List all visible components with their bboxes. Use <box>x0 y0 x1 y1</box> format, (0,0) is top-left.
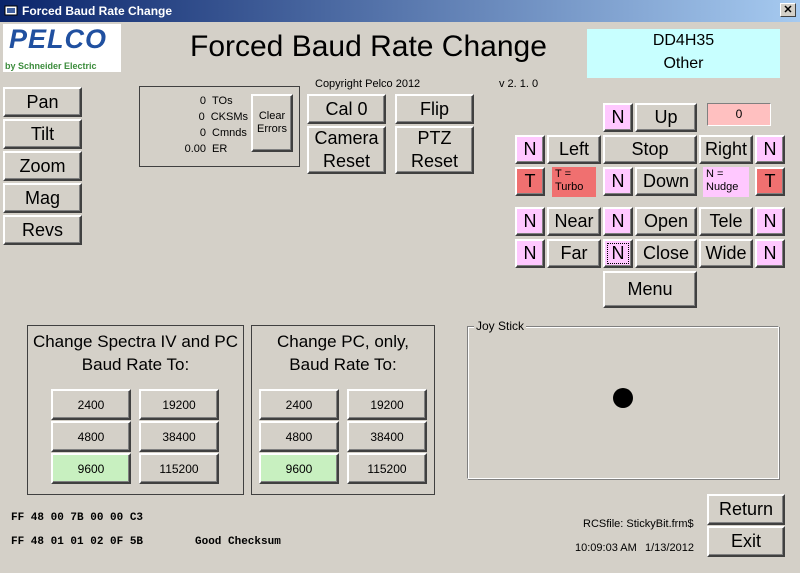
nudge-far-button[interactable]: N <box>515 239 545 268</box>
counter-value: 0.00 <box>184 143 206 155</box>
pc-baud-group: Change PC, only, Baud Rate To: 2400 1920… <box>251 325 435 495</box>
counter-row: 0 TOs <box>140 93 248 109</box>
counter-label: TOs <box>212 95 233 107</box>
title-bar: Forced Baud Rate Change ✕ <box>0 0 800 22</box>
nudge-right-button[interactable]: N <box>755 135 785 164</box>
page-title: Forced Baud Rate Change <box>190 30 547 63</box>
rcs-file: RCSfile: StickyBit.frm$ <box>583 518 694 530</box>
menu-button[interactable]: Menu <box>603 271 697 308</box>
counter-row: 0 CKSMs <box>140 109 248 125</box>
stop-button[interactable]: Stop <box>603 135 697 164</box>
close-icon[interactable]: ✕ <box>780 3 796 17</box>
clear-errors-button[interactable]: Clear Errors <box>251 94 293 152</box>
pan-button[interactable]: Pan <box>3 87 82 117</box>
joystick-label: Joy Stick <box>474 319 527 333</box>
pc-rate-9600[interactable]: 9600 <box>259 453 339 484</box>
counter-value: 0 <box>199 127 206 139</box>
cal-button[interactable]: Cal 0 <box>307 94 386 124</box>
camera-reset-button[interactable]: Camera Reset <box>307 126 386 174</box>
wide-button[interactable]: Wide <box>699 239 753 268</box>
spectra-rate-115200[interactable]: 115200 <box>139 453 219 484</box>
ptz-reset-button[interactable]: PTZ Reset <box>395 126 474 174</box>
spectra-rate-38400[interactable]: 38400 <box>139 421 219 452</box>
pc-rate-4800[interactable]: 4800 <box>259 421 339 452</box>
copyright: Copyright Pelco 2012 <box>315 78 421 90</box>
joystick-knob[interactable] <box>613 388 633 408</box>
counter-label: Cmnds <box>212 127 247 139</box>
nudge-open-button[interactable]: N <box>603 207 633 236</box>
turbo-left-button[interactable]: T <box>515 167 545 196</box>
pc-rate-38400[interactable]: 38400 <box>347 421 427 452</box>
mag-button[interactable]: Mag <box>3 183 82 213</box>
pc-rate-115200[interactable]: 115200 <box>347 453 427 484</box>
turbo-note: T = Turbo <box>552 167 596 197</box>
left-button[interactable]: Left <box>547 135 601 164</box>
device-id: DD4H35 <box>652 32 715 49</box>
far-button[interactable]: Far <box>547 239 601 268</box>
speed-value: 0 <box>707 103 771 126</box>
counter-value: 0 <box>199 95 206 107</box>
revs-button[interactable]: Revs <box>3 215 82 245</box>
spectra-rate-4800[interactable]: 4800 <box>51 421 131 452</box>
spectra-baud-group: Change Spectra IV and PC Baud Rate To: 2… <box>27 325 244 495</box>
spectra-rate-9600[interactable]: 9600 <box>51 453 131 484</box>
near-button[interactable]: Near <box>547 207 601 236</box>
nudge-near-button[interactable]: N <box>515 207 545 236</box>
spectra-rate-19200[interactable]: 19200 <box>139 389 219 420</box>
counter-row: 0.00 ER <box>140 141 248 157</box>
tele-button[interactable]: Tele <box>699 207 753 236</box>
version: v 2. 1. 0 <box>499 78 539 90</box>
down-button[interactable]: Down <box>635 167 697 196</box>
error-counters-panel: 0 TOs 0 CKSMs 0 Cmnds 0.00 ER Clear Errors <box>139 86 300 167</box>
app-icon <box>4 5 18 16</box>
tilt-button[interactable]: Tilt <box>3 119 82 149</box>
current-time: 10:09:03 AM <box>575 542 637 554</box>
nudge-up-button[interactable]: N <box>603 103 633 132</box>
open-button[interactable]: Open <box>635 207 697 236</box>
hex-line-2: FF 48 01 01 02 0F 5B <box>11 536 144 548</box>
turbo-right-button[interactable]: T <box>755 167 785 196</box>
pc-rate-19200[interactable]: 19200 <box>347 389 427 420</box>
counter-label: CKSMs <box>210 111 248 123</box>
logo-brand: PELCO <box>9 24 108 54</box>
spectra-rate-2400[interactable]: 2400 <box>51 389 131 420</box>
close-button[interactable]: Close <box>635 239 697 268</box>
pc-rate-2400[interactable]: 2400 <box>259 389 339 420</box>
counter-label: ER <box>212 143 228 155</box>
nudge-note: N = Nudge <box>703 167 749 197</box>
device-info-box: DD4H35 Other <box>587 29 780 78</box>
logo: PELCO by Schneider Electric <box>3 24 121 72</box>
nudge-tele-button[interactable]: N <box>755 207 785 236</box>
exit-button[interactable]: Exit <box>707 526 785 557</box>
return-button[interactable]: Return <box>707 494 785 525</box>
current-date: 1/13/2012 <box>645 542 694 554</box>
nudge-down-button[interactable]: N <box>603 167 633 196</box>
nudge-close-button[interactable]: N <box>603 239 633 268</box>
up-button[interactable]: Up <box>635 103 697 132</box>
zoom-button[interactable]: Zoom <box>3 151 82 181</box>
nudge-left-button[interactable]: N <box>515 135 545 164</box>
spectra-baud-title: Change Spectra IV and PC Baud Rate To: <box>32 332 239 374</box>
flip-button[interactable]: Flip <box>395 94 474 124</box>
pc-baud-title: Change PC, only, Baud Rate To: <box>277 332 409 374</box>
device-type: Other <box>663 55 704 72</box>
counter-value: 0 <box>198 111 205 123</box>
hex-line-1: FF 48 00 7B 00 00 C3 <box>11 512 144 524</box>
logo-subtitle: by Schneider Electric <box>5 61 97 71</box>
nudge-wide-button[interactable]: N <box>755 239 785 268</box>
counter-row: 0 Cmnds <box>140 125 248 141</box>
checksum-status: Good Checksum <box>195 536 281 548</box>
window-title: Forced Baud Rate Change <box>22 4 173 18</box>
right-button[interactable]: Right <box>699 135 753 164</box>
